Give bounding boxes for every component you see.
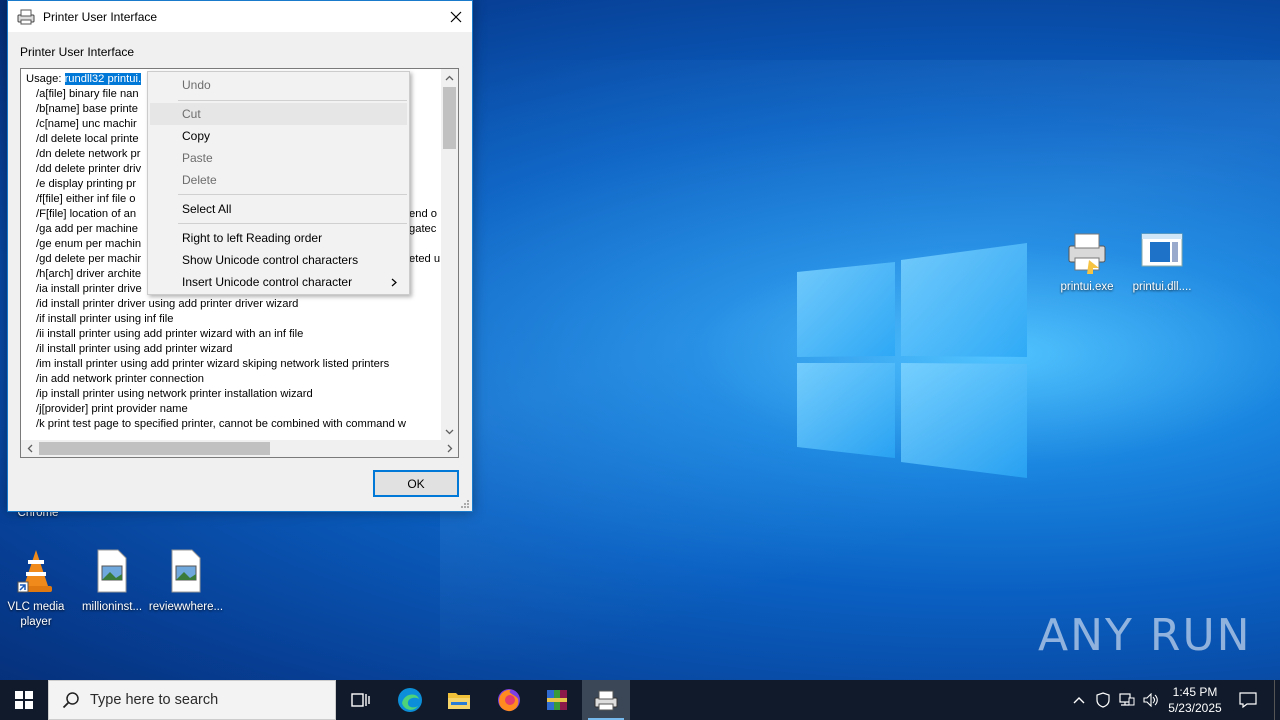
clock-date: 5/23/2025 xyxy=(1168,701,1222,715)
notification-icon xyxy=(1239,692,1257,708)
selected-text: rundll32 printui. xyxy=(64,73,142,85)
title-bar[interactable]: Printer User Interface xyxy=(8,1,472,32)
menu-item-show-unicode[interactable]: Show Unicode control characters xyxy=(150,249,407,271)
scroll-up-arrow[interactable] xyxy=(441,69,458,86)
scroll-right-arrow[interactable] xyxy=(441,440,458,457)
menu-item-insert-unicode[interactable]: Insert Unicode control character xyxy=(150,271,407,293)
tray-overflow-button[interactable] xyxy=(1068,680,1090,720)
context-menu: Undo Cut Copy Paste Delete Select All Ri… xyxy=(147,71,410,295)
printer-icon xyxy=(594,690,618,711)
scroll-left-arrow[interactable] xyxy=(21,440,38,457)
ok-button[interactable]: OK xyxy=(373,470,459,497)
chevron-down-icon xyxy=(445,429,454,434)
menu-item-undo[interactable]: Undo xyxy=(150,74,407,96)
menu-separator xyxy=(178,194,407,195)
tray-volume-button[interactable] xyxy=(1140,680,1162,720)
menu-item-delete[interactable]: Delete xyxy=(150,169,407,191)
chevron-left-icon xyxy=(27,444,32,453)
submenu-arrow-icon xyxy=(391,278,397,286)
taskbar-app-firefox[interactable] xyxy=(485,680,533,720)
resize-grip-icon[interactable] xyxy=(460,499,470,509)
usage-line: /j[provider] print provider name xyxy=(36,403,188,415)
image-file-icon xyxy=(162,548,210,596)
printer-icon xyxy=(1063,228,1111,276)
usage-line: /il install printer using add printer wi… xyxy=(36,343,233,355)
desktop-icon-vlc[interactable]: VLC media player xyxy=(0,548,74,630)
desktop-icon-label: printui.dll.... xyxy=(1132,281,1192,293)
usage-line: /in add network printer connection xyxy=(36,373,204,385)
dialog-caption: Printer User Interface xyxy=(20,45,135,59)
folder-icon xyxy=(448,693,470,709)
speaker-icon xyxy=(1143,693,1158,707)
desktop-icon-label: reviewwhere... xyxy=(148,601,224,613)
desktop-icon-millioninst[interactable]: millioninst... xyxy=(74,548,150,615)
windows-start-icon xyxy=(15,691,33,709)
right-fragment: eted u xyxy=(409,253,441,265)
taskbar-app-printui[interactable] xyxy=(582,680,630,720)
taskbar-app-edge[interactable] xyxy=(386,680,434,720)
desktop-icon-label: printui.exe xyxy=(1060,281,1114,293)
watermark-text: ANY RUN xyxy=(1038,610,1252,661)
menu-item-rtl-reading-order[interactable]: Right to left Reading order xyxy=(150,227,407,249)
usage-line: /ip install printer using network printe… xyxy=(36,388,313,400)
menu-item-cut[interactable]: Cut xyxy=(150,103,407,125)
desktop-icon-label: millioninst... xyxy=(81,601,143,613)
desktop-icon-printui-dll[interactable]: printui.dll.... xyxy=(1124,228,1200,295)
chevron-up-icon xyxy=(1073,697,1085,704)
image-file-icon xyxy=(88,548,136,596)
usage-line: /im install printer using add printer wi… xyxy=(36,358,390,370)
chevron-right-icon xyxy=(447,444,452,453)
menu-separator xyxy=(178,100,407,101)
vertical-scrollbar[interactable] xyxy=(441,69,458,440)
scroll-down-arrow[interactable] xyxy=(441,423,458,440)
right-fragment: end o xyxy=(409,208,437,220)
dll-file-icon xyxy=(1138,228,1186,276)
close-button[interactable] xyxy=(440,1,472,32)
menu-item-label: Insert Unicode control character xyxy=(182,275,353,289)
clock-time: 1:45 PM xyxy=(1172,685,1218,699)
menu-item-select-all[interactable]: Select All xyxy=(150,198,407,220)
task-view-icon xyxy=(351,693,370,707)
usage-line: /k print test page to specified printer,… xyxy=(36,418,407,430)
tray-security-button[interactable] xyxy=(1092,680,1114,720)
edge-icon xyxy=(398,688,422,712)
menu-item-paste[interactable]: Paste xyxy=(150,147,407,169)
network-icon xyxy=(1119,693,1135,706)
tray-network-button[interactable] xyxy=(1116,680,1138,720)
horizontal-scrollbar[interactable] xyxy=(21,440,458,457)
vlc-cone-icon xyxy=(12,548,60,596)
taskbar-app-winrar[interactable] xyxy=(533,680,581,720)
menu-item-copy[interactable]: Copy xyxy=(150,125,407,147)
anyrun-watermark: ANY RUN xyxy=(1038,610,1252,661)
usage-line: /id install printer driver using add pri… xyxy=(36,298,299,310)
vertical-scroll-thumb[interactable] xyxy=(443,87,456,149)
notification-center-button[interactable] xyxy=(1234,680,1262,720)
usage-line: /if install printer using inf file xyxy=(36,313,174,325)
close-icon xyxy=(450,11,462,22)
horizontal-scroll-thumb[interactable] xyxy=(39,442,270,455)
printer-icon xyxy=(17,9,35,24)
taskbar-search-box[interactable]: Type here to search xyxy=(48,680,336,720)
right-fragment: gatec xyxy=(409,223,437,235)
firefox-icon xyxy=(498,689,520,712)
taskbar-clock[interactable]: 1:45 PM 5/23/2025 xyxy=(1160,684,1230,716)
show-desktop-strip[interactable] xyxy=(1274,680,1280,720)
menu-separator xyxy=(178,223,407,224)
usage-line: /ii install printer using add printer wi… xyxy=(36,328,304,340)
desktop-icon-printui-exe[interactable]: printui.exe xyxy=(1049,228,1125,295)
taskbar: Type here to search 1:45 PM 5/23/2025 xyxy=(0,680,1280,720)
window-title: Printer User Interface xyxy=(43,9,158,24)
chevron-up-icon xyxy=(445,75,454,80)
start-button[interactable] xyxy=(0,680,48,720)
search-placeholder: Type here to search xyxy=(90,692,219,708)
desktop-icon-label: VLC media player xyxy=(7,601,65,628)
task-view-button[interactable] xyxy=(336,680,384,720)
shield-icon xyxy=(1096,692,1110,708)
desktop-icon-reviewwhere[interactable]: reviewwhere... xyxy=(148,548,224,615)
taskbar-app-file-explorer[interactable] xyxy=(435,680,483,720)
search-icon xyxy=(62,692,79,709)
winrar-icon xyxy=(547,690,567,710)
